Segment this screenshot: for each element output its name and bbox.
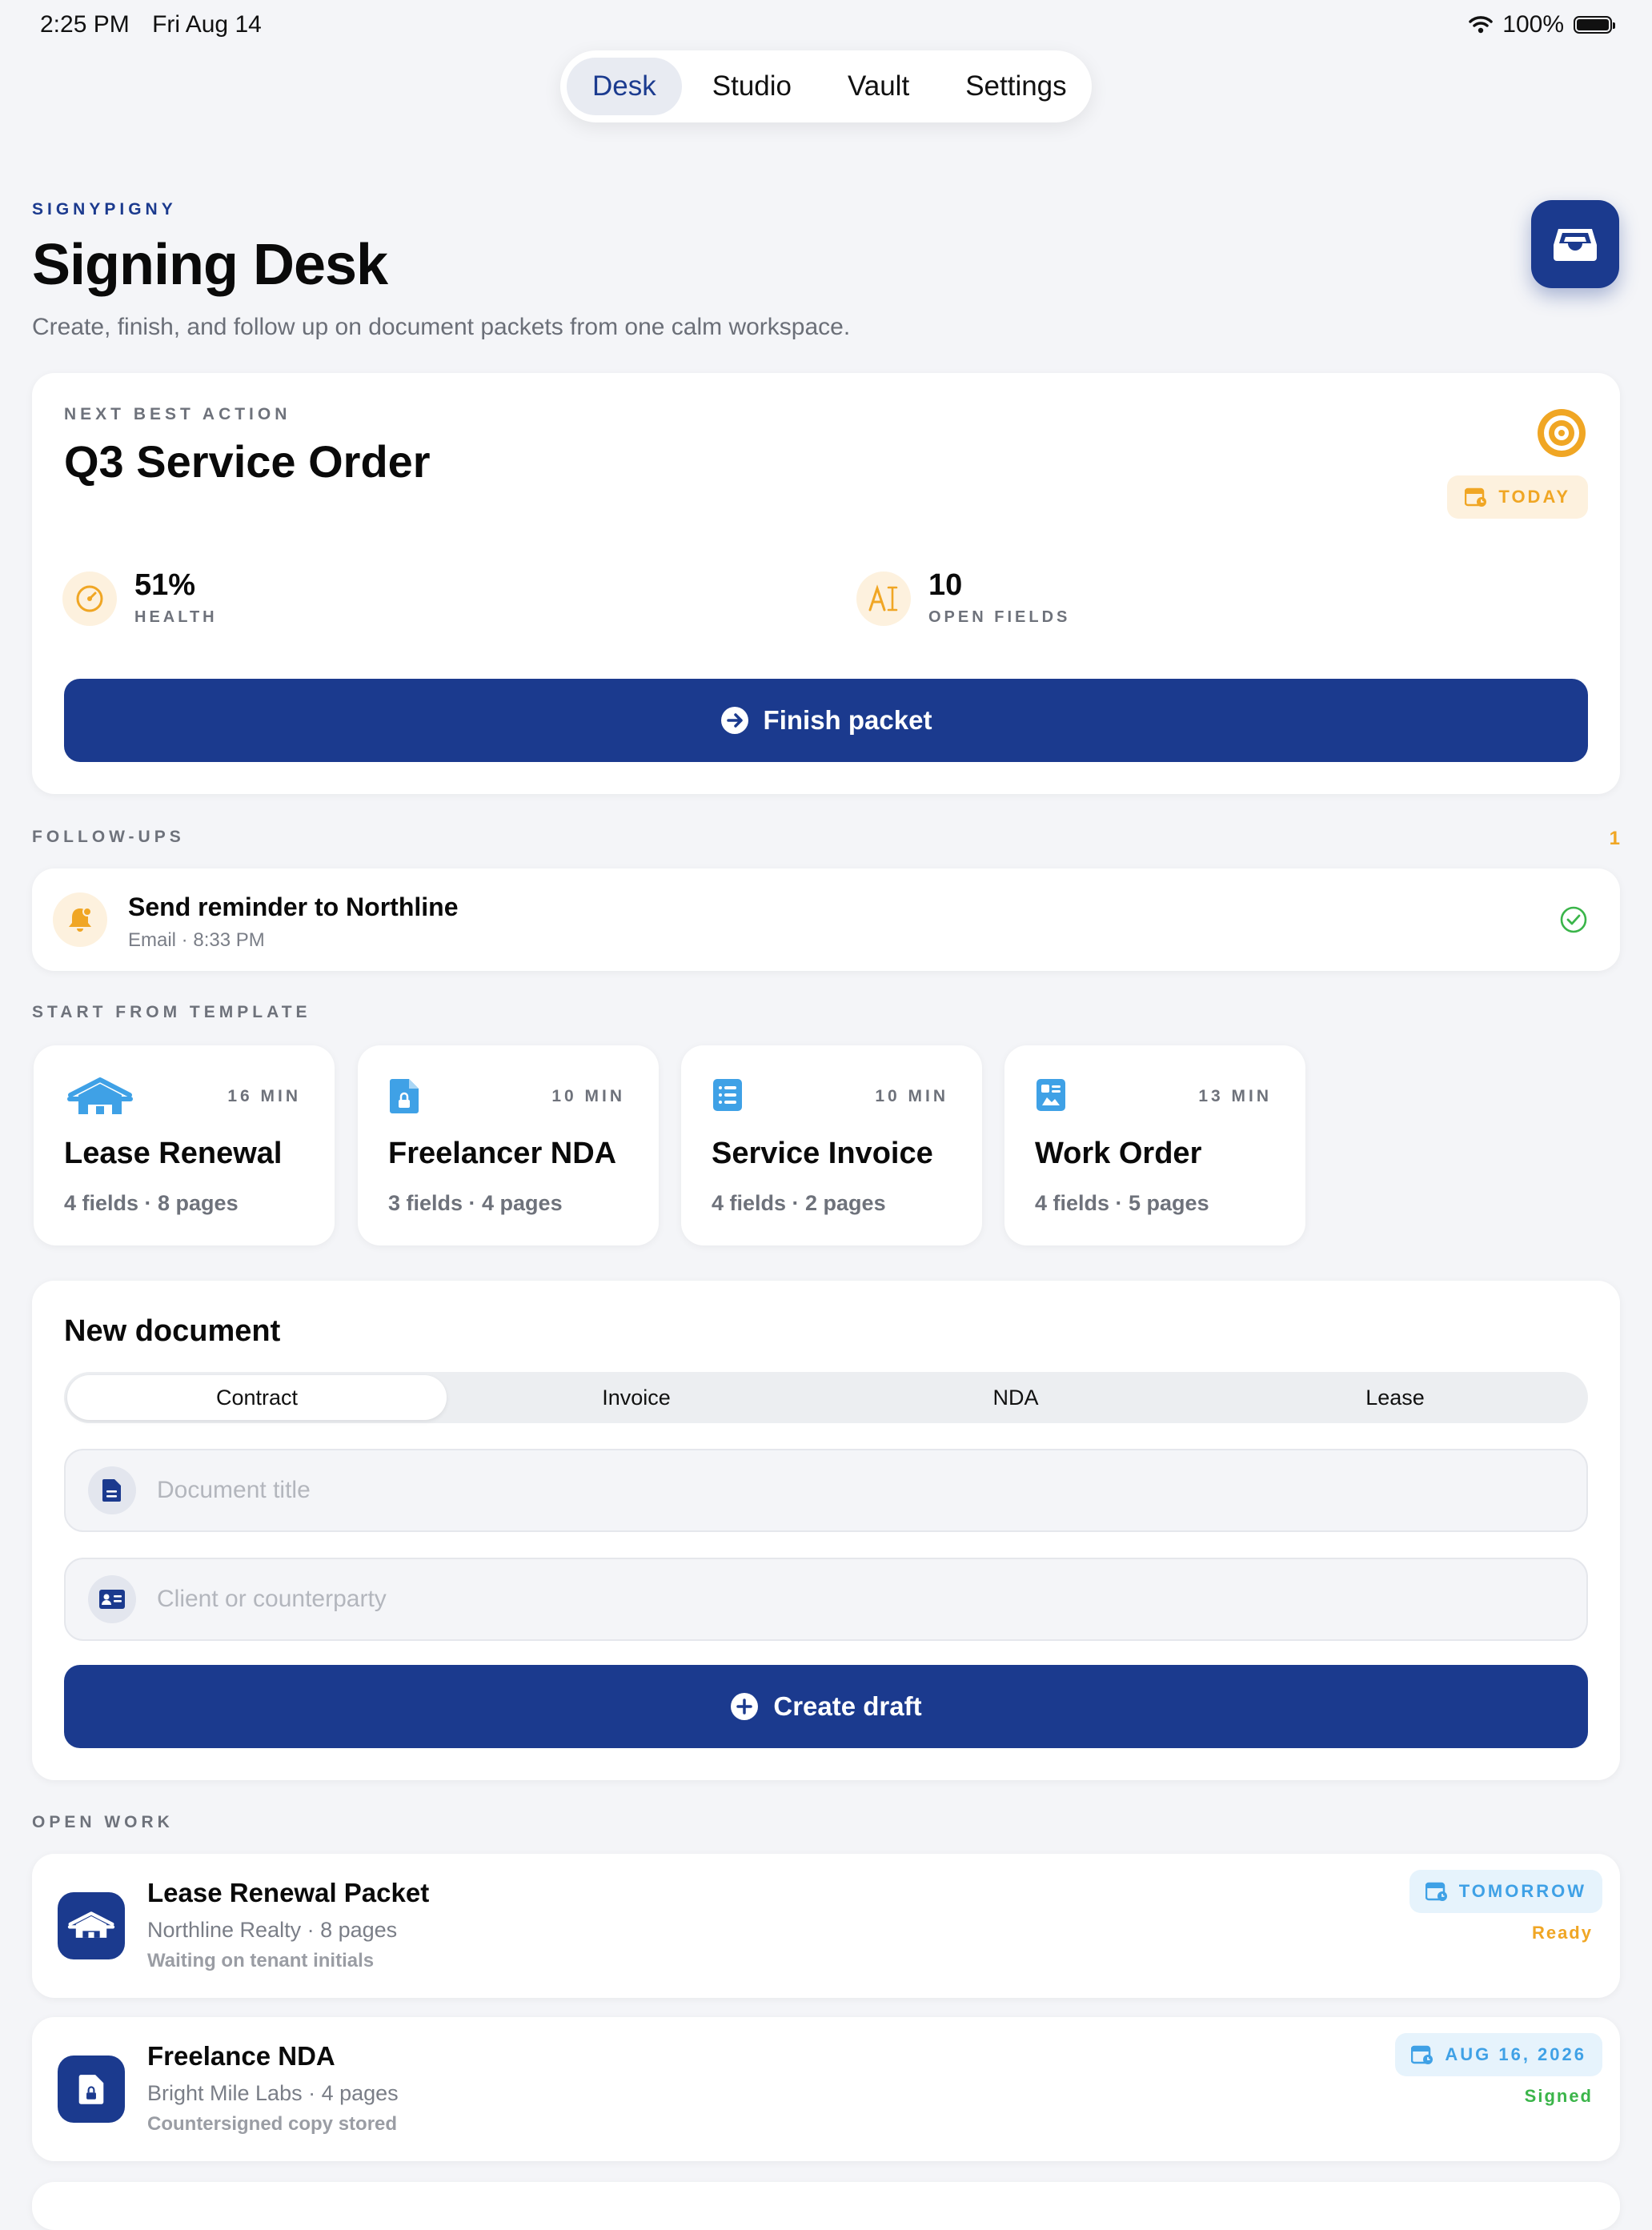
next-action-title: Q3 Service Order — [64, 436, 431, 487]
battery-icon — [1574, 16, 1615, 34]
template-title: Work Order — [1035, 1137, 1202, 1170]
document-title-input[interactable] — [155, 1476, 1519, 1505]
page-title: Signing Desk — [32, 233, 388, 297]
create-draft-button[interactable]: Create draft — [64, 1665, 1588, 1748]
page-subtitle: Create, finish, and follow up on documen… — [32, 314, 851, 340]
doc-type-lease[interactable]: Lease — [1205, 1375, 1585, 1420]
doc-type-invoice[interactable]: Invoice — [447, 1375, 826, 1420]
work-note: Countersigned copy stored — [147, 2113, 398, 2135]
doc-type-contract[interactable]: Contract — [67, 1375, 447, 1420]
due-today-label: TODAY — [1498, 487, 1570, 507]
arrow-circle-icon — [720, 707, 748, 734]
document-title-field[interactable] — [64, 1449, 1588, 1532]
template-duration: 13 MIN — [1198, 1087, 1272, 1105]
battery-percent: 100% — [1502, 11, 1564, 38]
due-date-badge: TOMORROW — [1409, 1870, 1602, 1913]
due-today-badge: TODAY — [1447, 475, 1588, 519]
work-status: Ready — [1531, 1923, 1593, 1943]
open-work-item[interactable]: Freelance NDA Bright Mile Labs · 4 pages… — [32, 2017, 1620, 2161]
followup-item[interactable]: Send reminder to Northline Email · 8:33 … — [32, 868, 1620, 971]
template-duration: 10 MIN — [875, 1087, 948, 1105]
work-note: Waiting on tenant initials — [147, 1950, 375, 1971]
status-time: 2:25 PM — [40, 11, 130, 38]
due-date-label: AUG 16, 2026 — [1445, 2044, 1586, 2064]
template-card-work-order[interactable]: 13 MIN Work Order 4 fields · 5 pages — [1004, 1045, 1305, 1245]
work-title: Lease Renewal Packet — [147, 1878, 430, 1907]
work-meta: Bright Mile Labs · 4 pages — [147, 2081, 399, 2105]
open-work-item-partial[interactable] — [32, 2182, 1620, 2230]
template-meta: 3 fields · 4 pages — [388, 1191, 563, 1215]
inbox-tray-icon — [1554, 229, 1597, 261]
locked-doc-icon — [390, 1079, 419, 1113]
tab-studio[interactable]: Studio — [687, 58, 817, 115]
due-date-label: TOMORROW — [1458, 1881, 1586, 1901]
calendar-clock-icon — [1411, 2045, 1433, 2064]
work-meta: Northline Realty · 8 pages — [147, 1918, 398, 1942]
calendar-clock-icon — [1465, 487, 1487, 507]
open-work-heading: OPEN WORK — [32, 1813, 174, 1831]
plus-circle-icon — [731, 1693, 759, 1720]
work-status: Signed — [1524, 2086, 1593, 2106]
template-title: Lease Renewal — [64, 1137, 283, 1170]
template-duration: 16 MIN — [227, 1087, 301, 1105]
status-date: Fri Aug 14 — [152, 11, 262, 38]
list-doc-icon — [713, 1079, 742, 1111]
template-card-lease-renewal[interactable]: 16 MIN Lease Renewal 4 fields · 8 pages — [34, 1045, 335, 1245]
status-bar-time-date: 2:25 PM Fri Aug 14 — [40, 11, 262, 38]
health-metric: 51% HEALTH — [62, 570, 218, 627]
due-date-badge: AUG 16, 2026 — [1395, 2033, 1602, 2076]
followups-count: 1 — [1609, 828, 1620, 849]
house-icon — [67, 1077, 133, 1114]
clipboard-icon — [1037, 1079, 1065, 1111]
open-work-item[interactable]: Lease Renewal Packet Northline Realty · … — [32, 1854, 1620, 1998]
target-icon — [1538, 409, 1586, 457]
tab-settings[interactable]: Settings — [940, 58, 1092, 115]
doc-type-nda[interactable]: NDA — [826, 1375, 1205, 1420]
brand-name: SIGNYPIGNY — [32, 200, 177, 219]
finish-packet-button[interactable]: Finish packet — [64, 679, 1588, 762]
open-fields-label: OPEN FIELDS — [928, 608, 1071, 626]
contact-card-icon — [88, 1575, 136, 1623]
check-circle-icon[interactable] — [1559, 905, 1588, 934]
status-bar-indicators: 100% — [1469, 11, 1615, 38]
client-input[interactable] — [155, 1585, 1519, 1614]
wifi-icon — [1469, 16, 1494, 34]
work-title: Freelance NDA — [147, 2041, 335, 2071]
gauge-icon — [62, 571, 117, 626]
next-action-eyebrow: NEXT BEST ACTION — [64, 405, 291, 423]
locked-doc-icon — [58, 2056, 125, 2123]
templates-heading: START FROM TEMPLATE — [32, 1003, 311, 1021]
calendar-clock-icon — [1425, 1882, 1447, 1901]
template-title: Service Invoice — [712, 1137, 933, 1170]
template-duration: 10 MIN — [551, 1087, 625, 1105]
template-meta: 4 fields · 8 pages — [64, 1191, 239, 1215]
open-fields-value: 10 — [928, 568, 963, 602]
health-label: HEALTH — [134, 608, 218, 626]
finish-packet-label: Finish packet — [763, 705, 932, 735]
followups-heading: FOLLOW-UPS — [32, 828, 185, 846]
client-field[interactable] — [64, 1558, 1588, 1641]
open-fields-metric: 10 OPEN FIELDS — [856, 570, 1070, 627]
template-title: Freelancer NDA — [388, 1137, 617, 1170]
template-meta: 4 fields · 5 pages — [1035, 1191, 1209, 1215]
document-icon — [88, 1466, 136, 1514]
template-card-freelancer-nda[interactable]: 10 MIN Freelancer NDA 3 fields · 4 pages — [358, 1045, 659, 1245]
top-tab-bar: Desk Studio Vault Settings — [560, 50, 1092, 122]
new-document-card: New document Contract Invoice NDA Lease — [32, 1281, 1620, 1780]
followup-meta: Email · 8:33 PM — [128, 929, 265, 951]
document-type-segmented-control: Contract Invoice NDA Lease — [64, 1372, 1588, 1423]
house-icon — [58, 1892, 125, 1959]
next-action-card: NEXT BEST ACTION Q3 Service Order TODAY … — [32, 373, 1620, 794]
tab-vault[interactable]: Vault — [822, 58, 935, 115]
bell-icon — [53, 892, 107, 947]
text-cursor-icon — [856, 571, 911, 626]
template-card-service-invoice[interactable]: 10 MIN Service Invoice 4 fields · 2 page… — [681, 1045, 982, 1245]
followup-title: Send reminder to Northline — [128, 892, 459, 921]
inbox-button[interactable] — [1531, 200, 1619, 288]
create-draft-label: Create draft — [773, 1691, 922, 1721]
tab-desk[interactable]: Desk — [567, 58, 682, 115]
new-document-title: New document — [64, 1314, 281, 1348]
template-meta: 4 fields · 2 pages — [712, 1191, 886, 1215]
health-value: 51% — [134, 568, 196, 602]
